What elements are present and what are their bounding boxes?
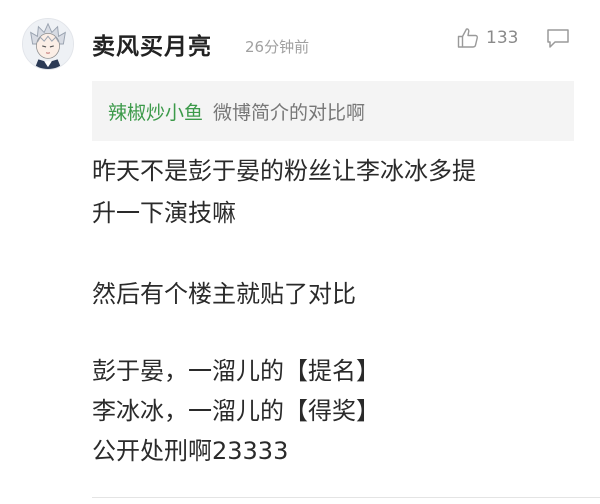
like-count: 133 [486, 28, 519, 48]
comment-text-line: 彭于晏，一溜儿的【提名】 [92, 357, 380, 385]
quoted-text: 微博简介的对比啊 [213, 101, 366, 124]
quoted-reply[interactable]: 辣椒炒小鱼 微博简介的对比啊 [92, 81, 574, 141]
quoted-username[interactable]: 辣椒炒小鱼 [108, 98, 203, 125]
reply-button[interactable] [545, 26, 571, 50]
avatar[interactable] [22, 18, 74, 70]
username[interactable]: 卖风买月亮 [92, 27, 212, 61]
like-button[interactable]: 133 [456, 24, 518, 52]
timestamp: 26分钟前 [245, 38, 310, 56]
comment-text-line: 然后有个楼主就贴了对比 [92, 280, 356, 308]
comment-card: 卖风买月亮 26分钟前 133 辣椒炒小鱼 微博简介的对比啊 昨天不是彭于晏的粉… [0, 0, 600, 504]
divider [92, 497, 600, 498]
comment-text-line: 昨天不是彭于晏的粉丝让李冰冰多提 [92, 157, 476, 185]
comment-text-line: 李冰冰，一溜儿的【得奖】 [92, 397, 380, 425]
anime-avatar-icon [23, 19, 73, 69]
comment-bubble-icon [547, 29, 569, 48]
comment-text-line: 公开处刑啊23333 [92, 437, 289, 465]
thumbs-up-icon [457, 28, 478, 48]
comment-text-line: 升一下演技嘛 [92, 199, 236, 227]
